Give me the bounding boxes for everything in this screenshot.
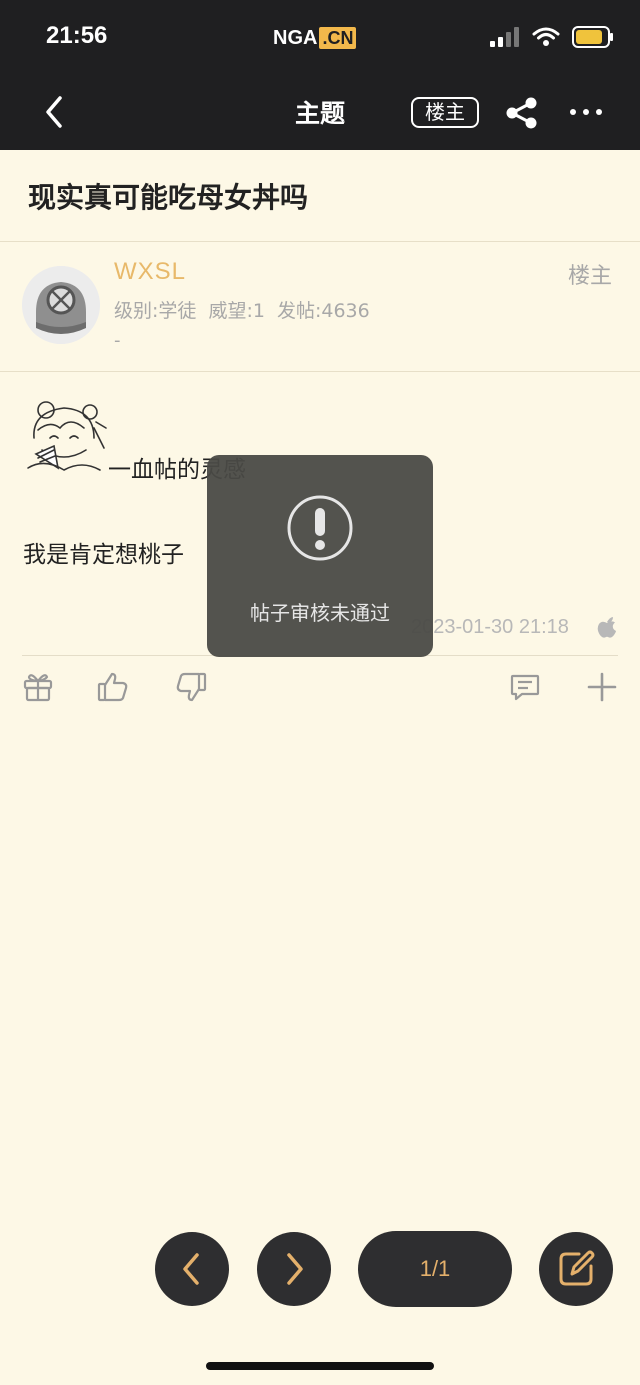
next-page-button[interactable] xyxy=(257,1232,331,1306)
post-timestamp: 2023-01-30 21:18 xyxy=(411,616,569,638)
post-text-line: 我是肯定想桃子 xyxy=(23,542,184,568)
avatar[interactable] xyxy=(22,266,100,344)
comment-icon xyxy=(510,674,540,701)
toast-popup: 帖子审核未通过 xyxy=(207,455,433,657)
add-button[interactable] xyxy=(585,670,619,704)
divider xyxy=(0,371,640,372)
prev-page-button[interactable] xyxy=(155,1232,229,1306)
logo-main: NGA xyxy=(273,26,318,49)
page-title: 主题 xyxy=(294,99,345,128)
author-signature: - xyxy=(114,330,121,351)
thumbs-up-icon xyxy=(97,672,128,702)
edit-button[interactable] xyxy=(539,1232,613,1306)
top-bar: 21:56 NGA .CN 主题 楼主 xyxy=(0,0,640,150)
prev-page-icon xyxy=(183,1253,199,1285)
gift-icon xyxy=(23,674,53,702)
status-time: 21:56 xyxy=(46,22,108,49)
page-indicator-button[interactable]: 1/1 xyxy=(358,1231,512,1307)
author-name[interactable]: WXSL xyxy=(114,258,186,286)
owner-only-button[interactable]: 楼主 xyxy=(411,97,479,128)
sticker-image xyxy=(27,401,107,471)
status-icons xyxy=(490,26,614,48)
diving-helmet-icon xyxy=(22,266,100,344)
gift-button[interactable] xyxy=(21,670,55,704)
battery-icon xyxy=(572,26,613,48)
divider xyxy=(0,241,640,242)
comment-button[interactable] xyxy=(508,670,542,704)
dislike-button[interactable] xyxy=(174,670,208,704)
thumbs-down-icon xyxy=(176,672,207,702)
exclamation-circle-icon xyxy=(287,495,353,561)
next-page-icon xyxy=(287,1253,303,1285)
floor-label: 楼主 xyxy=(567,264,612,289)
author-stats: 级别:学徒 威望:1 发帖:4636 xyxy=(114,300,370,322)
more-button[interactable] xyxy=(568,100,604,124)
nga-logo: NGA .CN xyxy=(273,26,357,50)
edit-icon xyxy=(559,1250,595,1286)
like-button[interactable] xyxy=(96,670,130,704)
toast-message: 帖子审核未通过 xyxy=(250,601,390,625)
thread-title: 现实真可能吃母女丼吗 xyxy=(28,181,309,214)
plus-icon xyxy=(587,672,617,702)
home-indicator[interactable] xyxy=(206,1362,434,1370)
wifi-icon xyxy=(532,27,560,46)
share-icon xyxy=(506,97,537,129)
signal-icon xyxy=(490,27,519,47)
share-button[interactable] xyxy=(504,96,540,130)
apple-icon xyxy=(597,617,616,638)
logo-suffix: .CN xyxy=(319,27,357,49)
more-icon xyxy=(570,109,602,115)
